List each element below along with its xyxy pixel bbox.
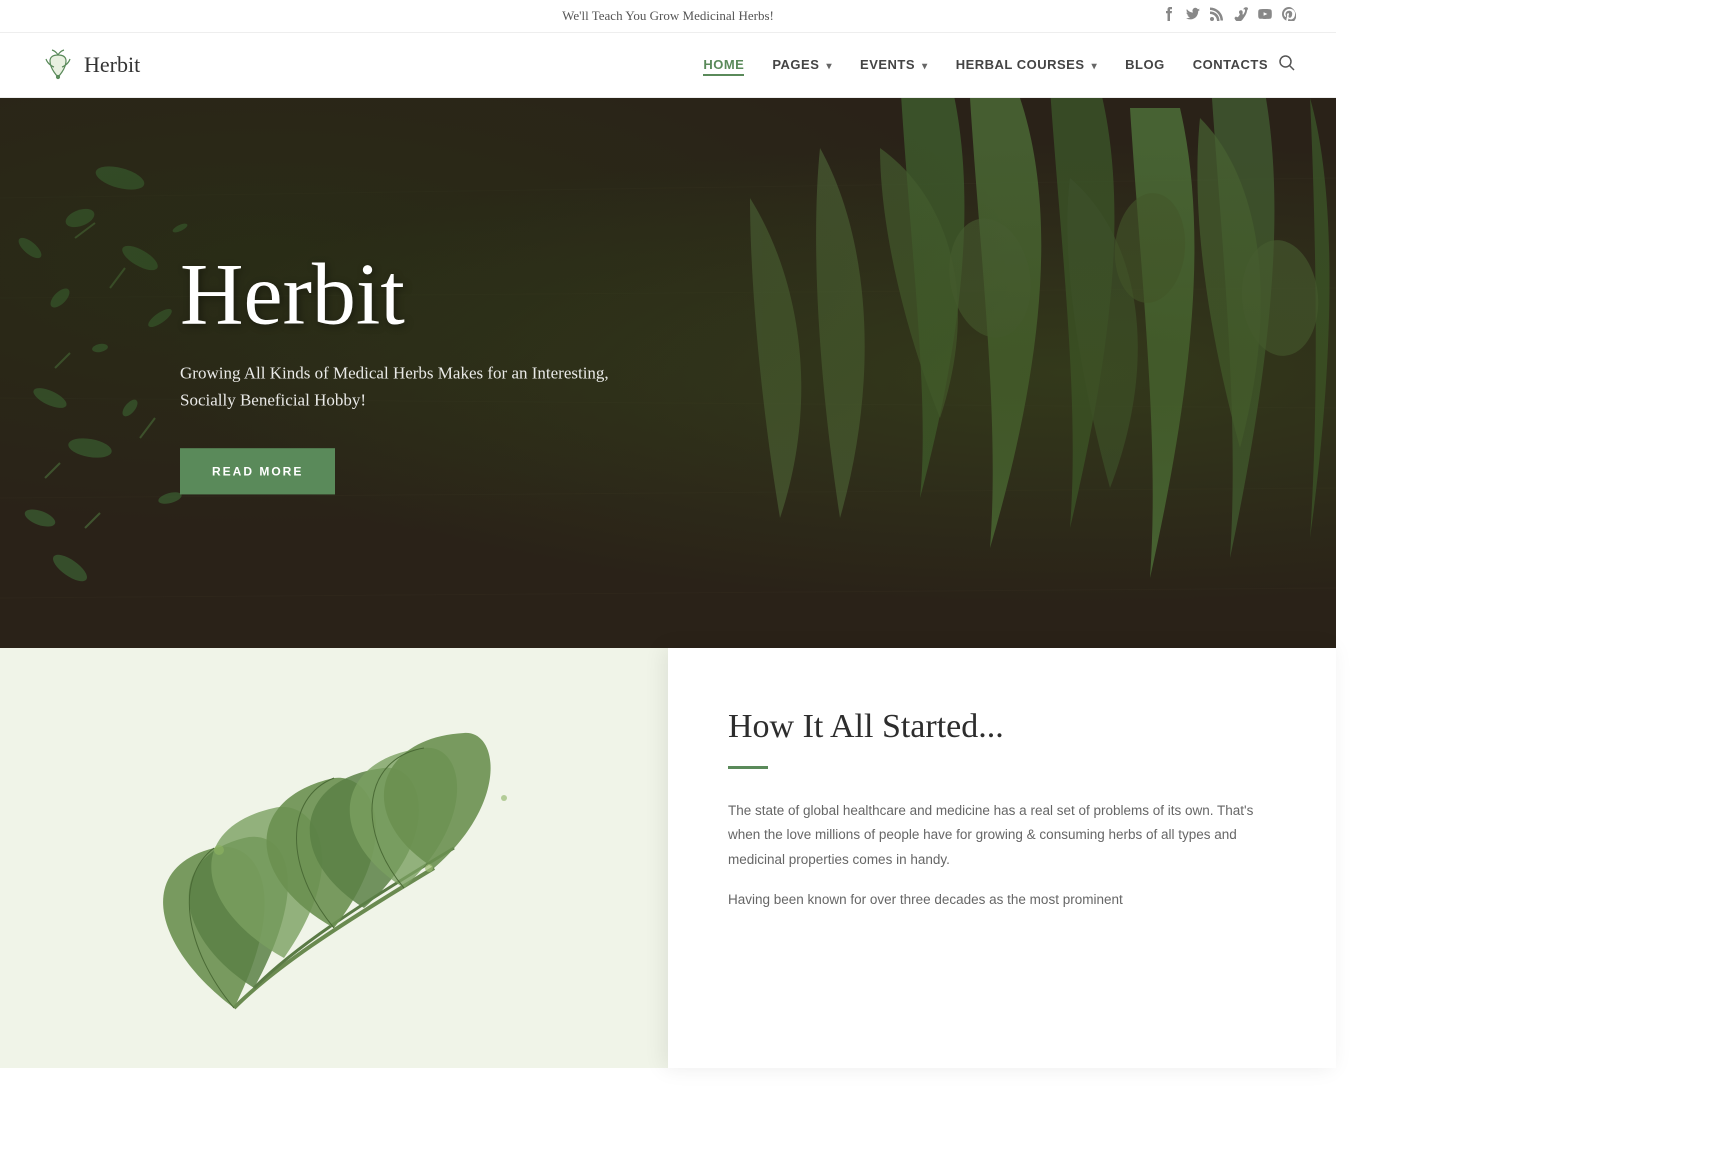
nav-blog[interactable]: BLOG — [1125, 56, 1165, 74]
hero-subtitle: Growing All Kinds of Medical Herbs Makes… — [180, 359, 660, 413]
navigation: Herbit HOME PAGES ▾ EVENTS ▾ HERBAL COUR… — [0, 33, 1336, 98]
logo[interactable]: Herbit — [40, 47, 140, 83]
nav-contacts-link[interactable]: CONTACTS — [1193, 57, 1268, 72]
nav-links: HOME PAGES ▾ EVENTS ▾ HERBAL COURSES ▾ B… — [703, 56, 1268, 74]
nav-events[interactable]: EVENTS ▾ — [860, 56, 928, 74]
herbal-courses-dropdown-arrow: ▾ — [1092, 61, 1098, 72]
tagline: We'll Teach You Grow Medicinal Herbs! — [562, 8, 774, 23]
search-icon[interactable] — [1278, 54, 1296, 77]
facebook-icon[interactable] — [1162, 7, 1176, 25]
rss-icon[interactable] — [1210, 7, 1224, 25]
nav-home[interactable]: HOME — [703, 56, 744, 74]
nav-blog-link[interactable]: BLOG — [1125, 57, 1165, 72]
logo-icon — [40, 47, 76, 83]
nav-events-link[interactable]: EVENTS ▾ — [860, 57, 928, 72]
pages-dropdown-arrow: ▾ — [827, 61, 833, 72]
twitter-icon[interactable] — [1186, 7, 1200, 25]
about-paragraph-2: Having been known for over three decades… — [728, 888, 1276, 912]
nav-home-link[interactable]: HOME — [703, 57, 744, 76]
about-divider — [728, 766, 768, 769]
about-image — [0, 648, 668, 1068]
about-paragraph-1: The state of global healthcare and medic… — [728, 799, 1276, 872]
hero-title: Herbit — [180, 251, 660, 339]
nav-herbal-courses[interactable]: HERBAL COURSES ▾ — [956, 56, 1097, 74]
hero-section: Herbit Growing All Kinds of Medical Herb… — [0, 98, 1336, 648]
nav-herbal-courses-link[interactable]: HERBAL COURSES ▾ — [956, 57, 1097, 72]
about-text: How It All Started... The state of globa… — [668, 648, 1336, 1068]
nav-contacts[interactable]: CONTACTS — [1193, 56, 1268, 74]
nav-pages[interactable]: PAGES ▾ — [772, 56, 832, 74]
social-icons — [1162, 7, 1296, 25]
hero-read-more-button[interactable]: READ MORE — [180, 449, 335, 495]
pinterest-icon[interactable] — [1282, 7, 1296, 25]
hero-content: Herbit Growing All Kinds of Medical Herb… — [180, 251, 660, 494]
logo-text: Herbit — [84, 52, 140, 78]
about-heading: How It All Started... — [728, 708, 1276, 746]
vimeo-icon[interactable] — [1234, 7, 1248, 25]
nav-pages-link[interactable]: PAGES ▾ — [772, 57, 832, 72]
herb-illustration — [0, 648, 668, 1068]
events-dropdown-arrow: ▾ — [922, 61, 928, 72]
youtube-icon[interactable] — [1258, 7, 1272, 25]
top-bar: We'll Teach You Grow Medicinal Herbs! — [0, 0, 1336, 33]
about-section: How It All Started... The state of globa… — [0, 648, 1336, 1068]
